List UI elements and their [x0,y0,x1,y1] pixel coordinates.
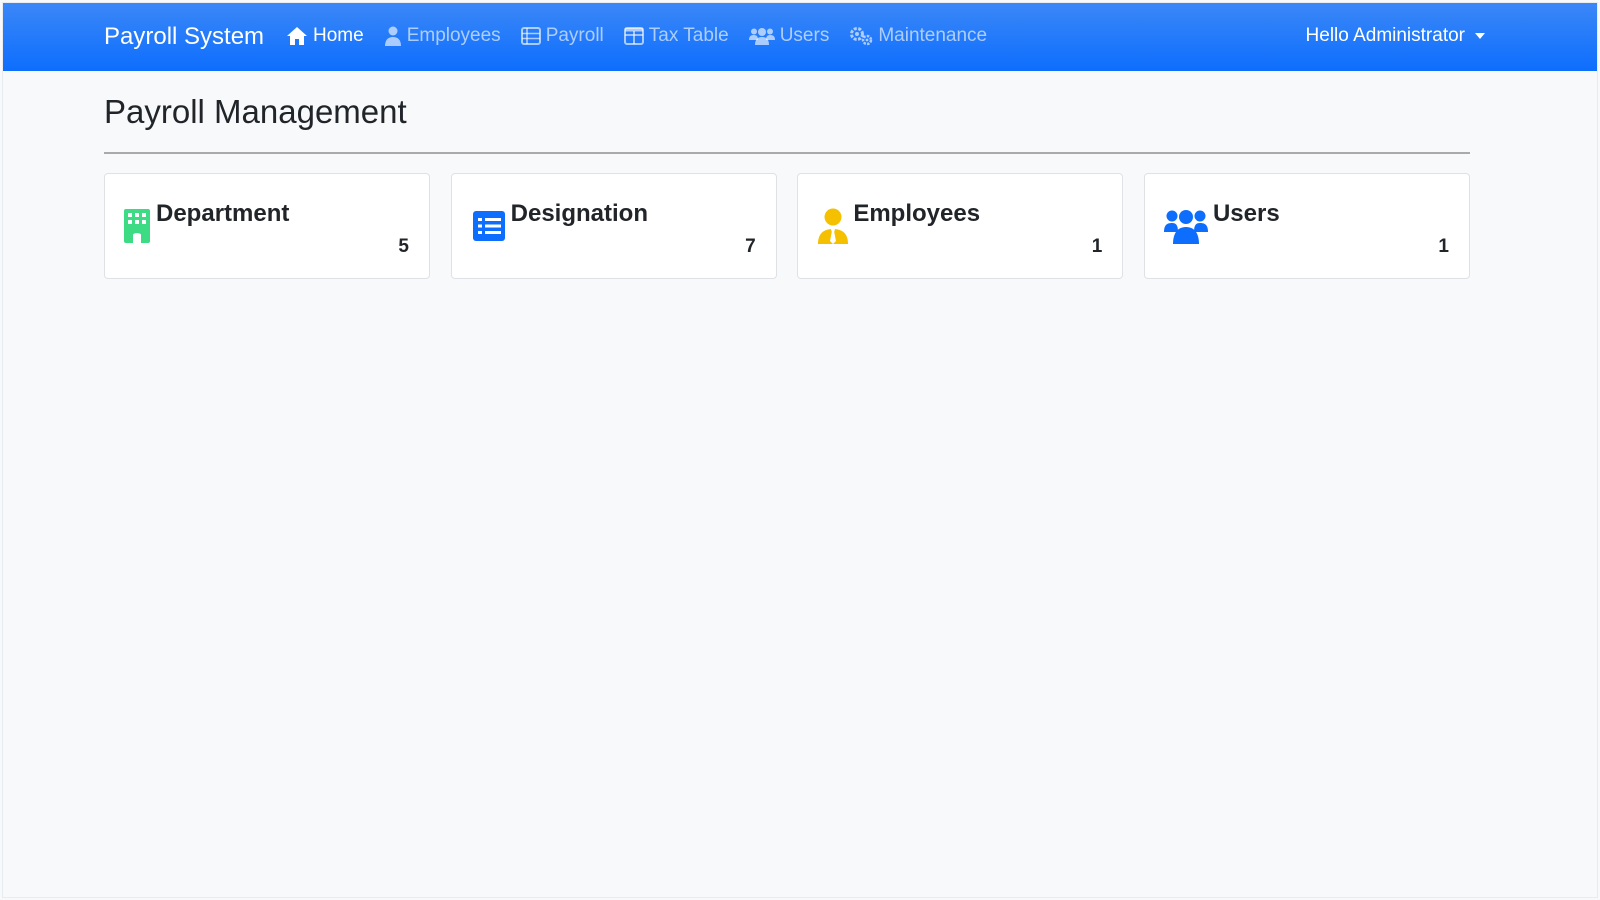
user-greeting: Hello Administrator [1305,25,1465,46]
nav-item-label: Users [779,25,830,46]
table-icon [623,27,644,45]
page-title: Payroll Management [104,93,407,130]
gears-icon [850,27,873,46]
nav-item-label: Tax Table [648,25,729,46]
nav-item-tax-table[interactable]: Tax Table [623,25,729,47]
title-divider [104,152,1470,154]
nav-item-home[interactable]: Home [286,25,364,47]
card-count: 7 [745,236,756,257]
nav-item-label: Maintenance [878,25,988,46]
card-department[interactable]: Department 5 [104,173,430,279]
card-employees[interactable]: Employees 1 [797,173,1124,279]
card-title: Users [1212,200,1280,227]
user-tie-icon [818,208,849,244]
nav-item-employees[interactable]: Employees [384,25,501,47]
nav-item-payroll[interactable]: Payroll [520,25,604,47]
top-navbar: Payroll System Home Employees Payroll Ta… [3,3,1597,71]
user-dropdown-toggle[interactable]: Hello Administrator [1306,25,1485,47]
app-window: Payroll System Home Employees Payroll Ta… [2,2,1598,898]
users-icon [1163,210,1208,244]
nav-item-label: Payroll [545,25,604,46]
card-count: 5 [398,236,409,257]
card-count: 1 [1091,236,1103,257]
nav-item-label: Employees [406,25,501,46]
card-title: Employees [853,200,981,227]
summary-cards: Department 5 Designation 7 Employees 1 U… [104,173,1470,279]
nav-item-label: Home [313,25,364,46]
users-icon [748,28,775,45]
nav-menu: Home Employees Payroll Tax Table Users M… [286,25,1007,47]
nav-item-users[interactable]: Users [748,25,830,47]
user-tie-icon [384,26,401,46]
card-title: Department [156,200,290,227]
home-icon [287,27,307,45]
card-title: Designation [510,200,648,227]
building-icon [124,209,150,243]
list-icon [472,211,505,241]
nav-item-maintenance[interactable]: Maintenance [849,25,987,47]
card-users[interactable]: Users 1 [1143,173,1470,279]
table-list-icon [520,27,541,45]
card-count: 1 [1438,236,1449,257]
caret-down-icon [1475,33,1485,39]
card-designation[interactable]: Designation 7 [450,173,777,279]
brand-link[interactable]: Payroll System [104,23,264,51]
